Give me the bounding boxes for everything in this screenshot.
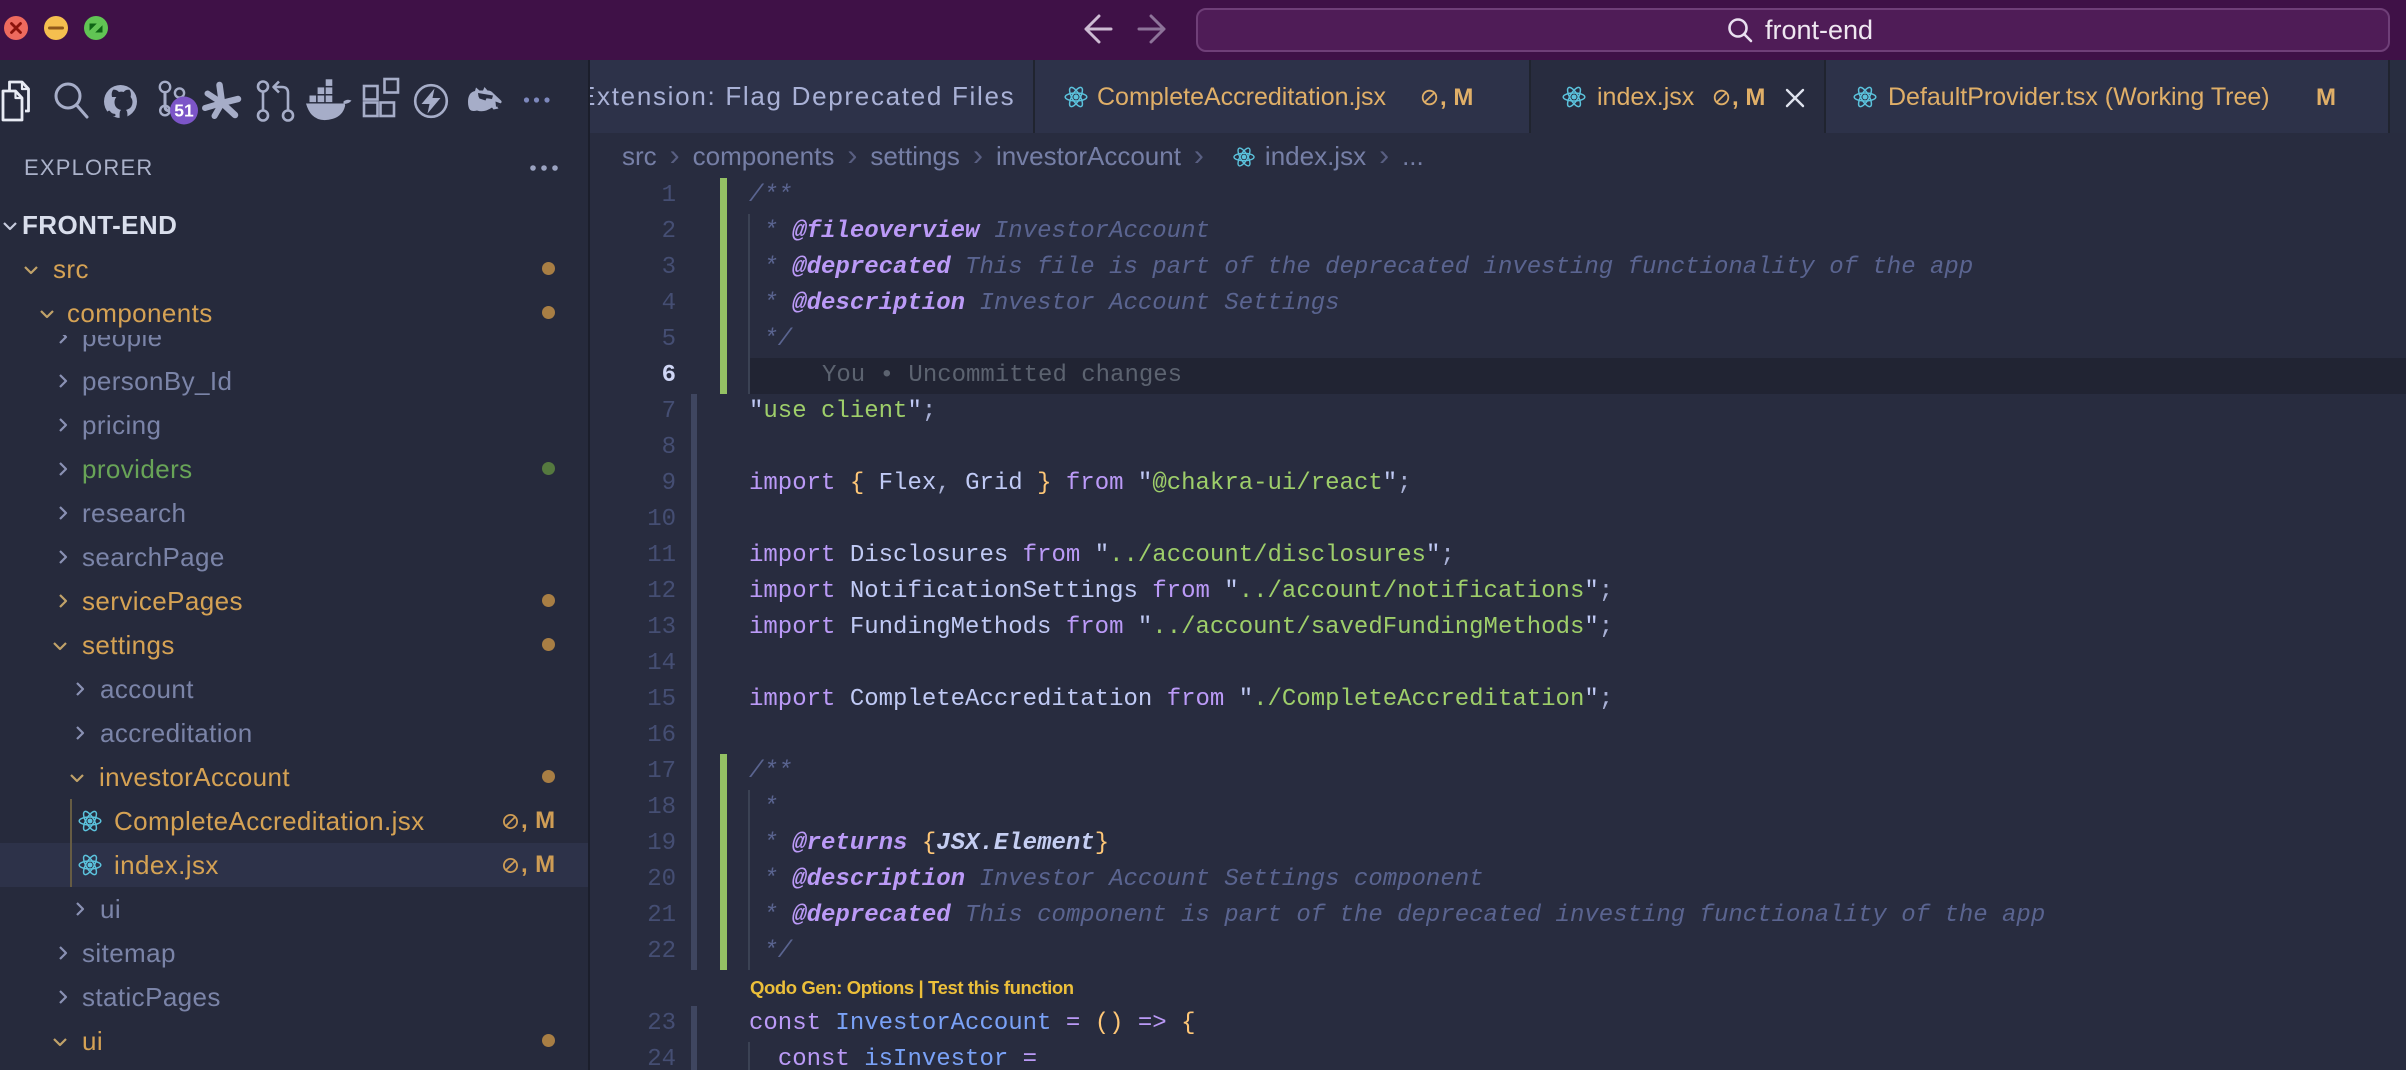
svg-text:51: 51: [174, 101, 194, 121]
